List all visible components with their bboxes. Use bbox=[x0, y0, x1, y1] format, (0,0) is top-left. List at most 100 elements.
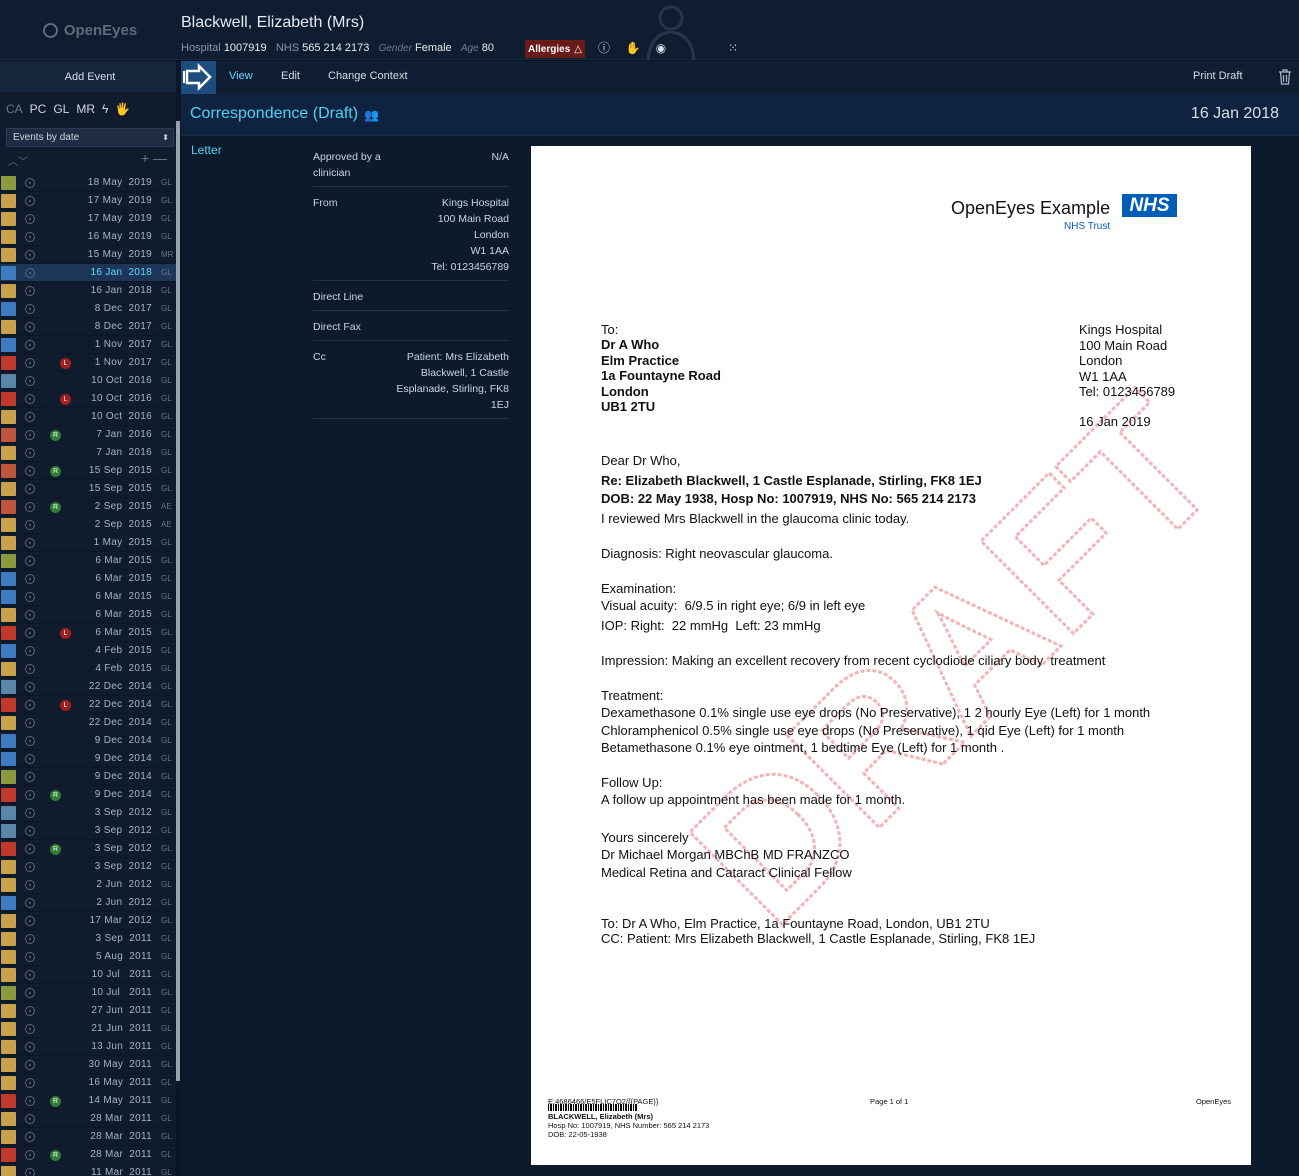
event-row[interactable]: 2 Jun 2012 GL bbox=[0, 876, 176, 894]
address-line: 100 Main Road bbox=[1079, 337, 1168, 353]
event-type-icon bbox=[1, 374, 16, 388]
event-row[interactable]: 10 Oct 2016 GL bbox=[0, 408, 176, 426]
eye-icon bbox=[25, 1042, 35, 1052]
event-row[interactable]: 6 Mar 2015 GL bbox=[0, 570, 176, 588]
event-date: 1 Nov 2017 bbox=[94, 339, 152, 350]
event-row[interactable]: 10 Jul 2011 GL bbox=[0, 966, 176, 984]
event-row[interactable]: 15 May 2019 MR bbox=[0, 246, 176, 264]
event-row[interactable]: 17 May 2019 GL bbox=[0, 210, 176, 228]
event-row[interactable]: 1 May 2015 GL bbox=[0, 534, 176, 552]
event-row[interactable]: 6 Mar 2015 GL bbox=[0, 552, 176, 570]
event-row[interactable]: R 15 Sep 2015 GL bbox=[0, 462, 176, 480]
meta-key: Direct Line bbox=[313, 291, 364, 303]
event-row[interactable]: R9 Dec 2014 GL bbox=[0, 786, 176, 804]
allergies-button[interactable]: Allergies △ bbox=[525, 40, 585, 58]
event-date: 28 Mar 2011 bbox=[90, 1113, 152, 1124]
event-row[interactable]: 1 Nov 2017 GL bbox=[0, 336, 176, 354]
event-row[interactable]: 16 May 2011 GL bbox=[0, 1074, 176, 1092]
event-row[interactable]: L6 Mar 2015 GL bbox=[0, 624, 176, 642]
event-date: 27 Jun 2011 bbox=[91, 1005, 152, 1016]
event-row[interactable]: 3 Sep 2012 GL bbox=[0, 858, 176, 876]
filter-1[interactable]: PC bbox=[28, 102, 49, 116]
event-row[interactable]: R3 Sep 2012 GL bbox=[0, 840, 176, 858]
event-date: 10 Oct 2016 bbox=[91, 411, 152, 422]
expand-all-icon[interactable]: + — bbox=[141, 150, 167, 166]
cc-footer: CC: Patient: Mrs Elizabeth Blackwell, 1 … bbox=[601, 931, 1036, 946]
grid-icon[interactable]: ⁙ bbox=[725, 40, 741, 56]
diagnosis: Diagnosis: Right neovascular glaucoma. bbox=[601, 546, 833, 561]
event-type-icon bbox=[1, 212, 16, 226]
event-row[interactable]: 9 Dec 2014 GL bbox=[0, 750, 176, 768]
event-row[interactable]: 27 Jun 2011 GL bbox=[0, 1002, 176, 1020]
event-row[interactable]: R7 Jan 2016 GL bbox=[0, 426, 176, 444]
openeyes-logo[interactable]: OpenEyes bbox=[0, 0, 180, 60]
event-row[interactable]: L1 Nov 2017 GL bbox=[0, 354, 176, 372]
event-specialty: GL bbox=[161, 556, 172, 565]
event-type-icon bbox=[1, 1148, 16, 1162]
event-row[interactable]: 6 Mar 2015 GL bbox=[0, 588, 176, 606]
event-row[interactable]: 17 May 2019 GL bbox=[0, 192, 176, 210]
event-row[interactable]: R 28 Mar 2011 GL bbox=[0, 1146, 176, 1164]
filter-0[interactable]: CA bbox=[4, 102, 25, 116]
event-row[interactable]: 17 Mar 2012 GL bbox=[0, 912, 176, 930]
event-row[interactable]: 6 Mar 2015 GL bbox=[0, 606, 176, 624]
address-line: UB1 2TU bbox=[601, 399, 656, 414]
event-row[interactable]: 3 Sep 2012 GL bbox=[0, 822, 176, 840]
event-row[interactable]: 5 Aug 2011 GL bbox=[0, 948, 176, 966]
event-date: 17 May 2019 bbox=[87, 213, 152, 224]
delete-icon[interactable] bbox=[1278, 69, 1292, 85]
event-row[interactable]: L 22 Dec 2014 GL bbox=[0, 696, 176, 714]
collapse-icon[interactable]: ︿﹀ bbox=[8, 153, 28, 168]
event-date: 30 May 2011 bbox=[88, 1059, 152, 1070]
event-specialty: GL bbox=[161, 286, 172, 295]
event-specialty: GL bbox=[161, 1132, 172, 1141]
event-row[interactable]: L 10 Oct 2016 GL bbox=[0, 390, 176, 408]
event-row[interactable]: 8 Dec 2017 GL bbox=[0, 318, 176, 336]
event-row[interactable]: 7 Jan 2016 GL bbox=[0, 444, 176, 462]
event-row[interactable]: 3 Sep 2012 GL bbox=[0, 804, 176, 822]
event-row[interactable]: 22 Dec 2014 GL bbox=[0, 714, 176, 732]
event-row[interactable]: 30 May 2011 GL bbox=[0, 1056, 176, 1074]
sidebar-scrollbar[interactable] bbox=[176, 61, 180, 1176]
add-event-button[interactable]: Add Event bbox=[0, 61, 180, 92]
event-row[interactable]: 4 Feb 2015 GL bbox=[0, 660, 176, 678]
info-icon[interactable]: ⓘ bbox=[596, 40, 612, 56]
event-row[interactable]: 28 Mar 2011 GL bbox=[0, 1110, 176, 1128]
event-row[interactable]: 3 Sep 2011 GL bbox=[0, 930, 176, 948]
filter-2[interactable]: GL bbox=[51, 102, 71, 116]
tab-view[interactable]: View bbox=[229, 70, 253, 82]
event-row[interactable]: 4 Feb 2015 GL bbox=[0, 642, 176, 660]
tab-change-context[interactable]: Change Context bbox=[328, 70, 408, 82]
filter-4[interactable]: ϟ bbox=[100, 102, 110, 116]
event-row[interactable]: 28 Mar 2011 GL bbox=[0, 1128, 176, 1146]
event-row[interactable]: 2 Jun 2012 GL bbox=[0, 894, 176, 912]
filter-3[interactable]: MR bbox=[74, 102, 97, 116]
event-row[interactable]: 16 May 2019 GL bbox=[0, 228, 176, 246]
event-row[interactable]: 10 Oct 2016 GL bbox=[0, 372, 176, 390]
event-row[interactable]: 9 Dec 2014 GL bbox=[0, 732, 176, 750]
event-row[interactable]: 16 Jan 2018 GL bbox=[0, 264, 176, 282]
event-row[interactable]: 15 Sep 2015 GL bbox=[0, 480, 176, 498]
event-row[interactable]: 13 Jun 2011 GL bbox=[0, 1038, 176, 1056]
print-draft-button[interactable]: Print Draft bbox=[1193, 70, 1243, 82]
event-row[interactable]: 8 Dec 2017 GL bbox=[0, 300, 176, 318]
event-date: 15 Sep 2015 bbox=[88, 483, 152, 494]
events-sort-select[interactable]: Events by date ⬍ bbox=[6, 128, 174, 147]
filter-5[interactable]: 🖐 bbox=[113, 102, 132, 116]
event-row[interactable]: 16 Jan 2018 GL bbox=[0, 282, 176, 300]
event-specialty: GL bbox=[161, 1060, 172, 1069]
event-row[interactable]: 22 Dec 2014 GL bbox=[0, 678, 176, 696]
event-row[interactable]: R 14 May 2011 GL bbox=[0, 1092, 176, 1110]
event-row[interactable]: 21 Jun 2011 GL bbox=[0, 1020, 176, 1038]
event-row[interactable]: R2 Sep 2015 AE bbox=[0, 498, 176, 516]
event-row[interactable]: 9 Dec 2014 GL bbox=[0, 768, 176, 786]
event-row[interactable]: 2 Sep 2015 AE bbox=[0, 516, 176, 534]
visual-acuity: Visual acuity: 6/9.5 in right eye; 6/9 i… bbox=[601, 598, 866, 613]
event-row[interactable]: 10 Jul 2011 GL bbox=[0, 984, 176, 1002]
tab-edit[interactable]: Edit bbox=[281, 70, 300, 82]
event-row[interactable]: 18 May 2019 GL bbox=[0, 174, 176, 192]
event-row[interactable]: 11 Mar 2011 GL bbox=[0, 1164, 176, 1176]
eye-icon bbox=[25, 196, 35, 206]
scroll-thumb[interactable] bbox=[176, 121, 180, 1081]
meta-row: From Kings Hospital 100 Main Road London … bbox=[313, 195, 509, 281]
